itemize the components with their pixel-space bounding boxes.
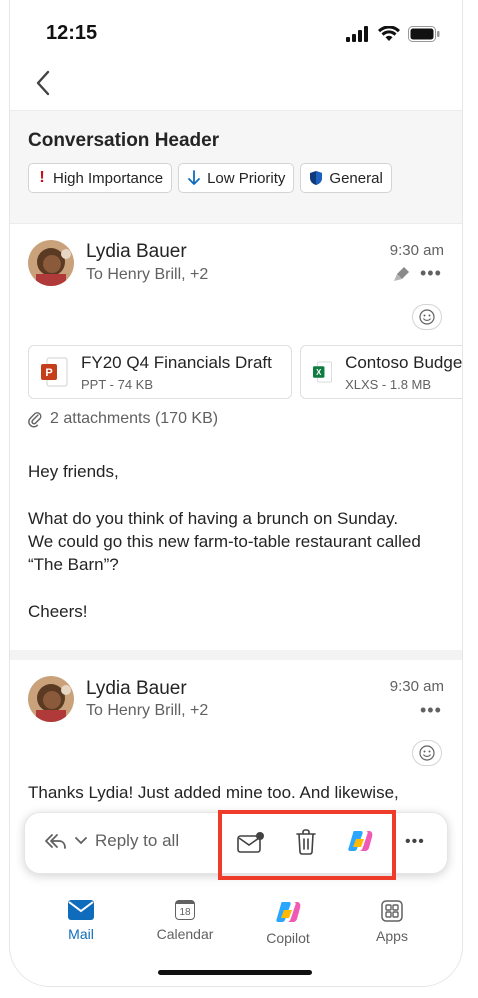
calendar-day: 18 (179, 907, 191, 918)
attachment-name: FY20 Q4 Financials Draft (81, 352, 272, 372)
message-body: Hey friends, What do you think of having… (28, 460, 428, 623)
more-options-icon[interactable]: ••• (405, 833, 425, 851)
reply-all-button[interactable]: Reply to all (43, 831, 179, 851)
wifi-icon (378, 26, 400, 41)
brush-icon[interactable] (392, 264, 412, 289)
conversation-title: Conversation Header (28, 130, 220, 151)
reaction-button[interactable] (412, 304, 442, 330)
recipients[interactable]: To Henry Brill, +2 (86, 702, 208, 720)
attachment-meta: XLXS - 1.8 MB (345, 376, 432, 392)
arrow-down-icon (188, 170, 200, 185)
attachments-summary-text: 2 attachments (170 KB) (50, 410, 219, 427)
attachment-card[interactable]: X Contoso Budget XLXS - 1.8 MB (300, 345, 462, 399)
attachment-card[interactable]: P FY20 Q4 Financials Draft PPT - 74 KB (28, 345, 292, 399)
attachment-meta: PPT - 74 KB (81, 376, 154, 392)
smiley-icon (419, 309, 435, 325)
chevron-down-icon (75, 837, 87, 845)
message-time: 9:30 am (389, 242, 444, 259)
chip-label: High Importance (53, 169, 164, 187)
paperclip-icon (28, 412, 42, 428)
avatar-photo (28, 240, 74, 286)
signal-icon (346, 26, 368, 42)
attachment-info: Contoso Budget XLXS - 1.8 MB (345, 353, 462, 392)
message-divider (10, 650, 462, 660)
phone-screen: 12:15 Conversation Header ! High Importa… (10, 0, 462, 986)
message-body: Thanks Lydia! Just added mine too. And l… (28, 781, 448, 804)
sender-name: Lydia Bauer (86, 678, 187, 699)
reply-all-icon (45, 834, 66, 849)
body-paragraph: Thanks Lydia! Just added mine too. And l… (28, 783, 399, 802)
chip-label: Low Priority (207, 169, 286, 187)
conversation-chips: ! High Importance Low Priority General (28, 163, 392, 193)
tab-label: Calendar (156, 926, 214, 942)
reply-label: Reply to all (95, 831, 180, 850)
chip-label: General (329, 169, 383, 187)
powerpoint-icon: P (41, 357, 68, 387)
exclamation-icon: ! (39, 169, 45, 186)
message-time: 9:30 am (389, 678, 444, 695)
chip-general[interactable]: General (300, 163, 392, 193)
chip-low-priority[interactable]: Low Priority (178, 163, 295, 193)
status-icons (346, 26, 440, 42)
avatar[interactable] (28, 240, 74, 286)
svg-text:X: X (316, 368, 322, 377)
calendar-icon: 18 (175, 900, 195, 920)
battery-icon (408, 26, 440, 42)
smiley-icon (419, 745, 435, 761)
tab-label: Copilot (266, 930, 310, 946)
home-indicator[interactable] (158, 970, 312, 975)
highlight-box (218, 810, 396, 880)
apps-grid-icon (381, 900, 403, 922)
chevron-left-icon (36, 70, 50, 96)
svg-text:P: P (45, 367, 52, 379)
more-options-icon[interactable]: ••• (420, 700, 442, 721)
copilot-icon (276, 902, 301, 922)
avatar[interactable] (28, 676, 74, 722)
recipients[interactable]: To Henry Brill, +2 (86, 266, 208, 284)
attachments-summary[interactable]: 2 attachments (170 KB) (28, 410, 218, 428)
tab-label: Apps (376, 928, 408, 944)
shield-icon (310, 171, 323, 185)
sender-name: Lydia Bauer (86, 241, 187, 262)
chip-high-importance[interactable]: ! High Importance (28, 163, 173, 193)
reaction-button[interactable] (412, 740, 442, 766)
mail-icon (68, 900, 94, 920)
excel-icon: X (313, 361, 333, 383)
body-paragraph: Hey friends, (28, 462, 119, 481)
back-button[interactable] (28, 68, 58, 98)
body-paragraph: What do you think of having a brunch on … (28, 509, 421, 574)
avatar-photo (28, 676, 74, 722)
tab-copilot[interactable]: Copilot (248, 900, 328, 946)
tab-label: Mail (68, 926, 94, 942)
tab-calendar[interactable]: 18 Calendar (145, 900, 225, 942)
tab-mail[interactable]: Mail (41, 900, 121, 942)
status-time: 12:15 (46, 22, 98, 44)
more-options-icon[interactable]: ••• (420, 263, 442, 284)
tab-apps[interactable]: Apps (352, 900, 432, 944)
attachment-name: Contoso Budget (345, 352, 462, 372)
body-paragraph: Cheers! (28, 602, 88, 621)
attachment-info: FY20 Q4 Financials Draft PPT - 74 KB (81, 353, 272, 392)
